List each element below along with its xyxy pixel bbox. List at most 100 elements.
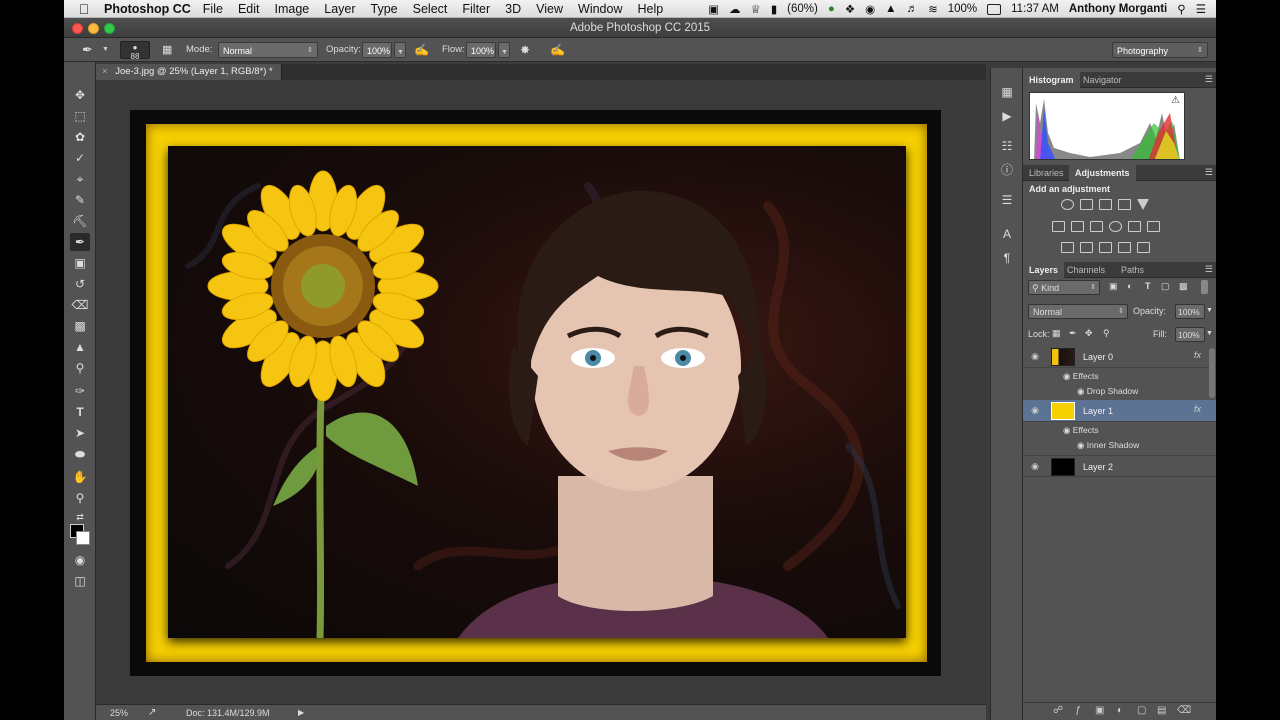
hand-tool-icon[interactable]: ✋ <box>70 468 90 486</box>
character-panel-icon[interactable]: A <box>999 226 1015 242</box>
info-panel-icon[interactable]: ⓘ <box>999 162 1015 178</box>
brush-tool-icon[interactable]: ✒ <box>82 42 93 58</box>
pen-tool-icon[interactable]: ✑ <box>70 382 90 400</box>
mode-select[interactable]: Normal ⇕ <box>218 42 318 58</box>
menu-type[interactable]: Type <box>371 2 398 16</box>
fill-field[interactable]: 100% <box>1175 327 1205 342</box>
fill-arrow-icon[interactable]: ▼ <box>1206 327 1214 342</box>
type-tool-icon[interactable]: T <box>70 403 90 421</box>
menu-image[interactable]: Image <box>275 2 310 16</box>
brightness-contrast-icon[interactable] <box>1061 199 1074 210</box>
layer-name[interactable]: Layer 2 <box>1083 456 1113 478</box>
wifi-icon[interactable]: ≋ <box>928 2 938 16</box>
layer-name[interactable]: Layer 1 <box>1083 400 1113 422</box>
filter-toggle[interactable] <box>1201 280 1208 294</box>
threshold-icon[interactable] <box>1099 242 1112 253</box>
layer-row-0[interactable]: ◉ Layer 0 fx <box>1023 346 1216 368</box>
visibility-eye-icon[interactable]: ◉ <box>1029 461 1041 473</box>
menu-filter[interactable]: Filter <box>462 2 490 16</box>
history-brush-tool-icon[interactable]: ↺ <box>70 275 90 293</box>
layer-row-1-selected[interactable]: ◉ Layer 1 fx <box>1023 400 1216 422</box>
curves-icon[interactable] <box>1099 199 1112 210</box>
brush-tool-icon[interactable]: ✒ <box>70 233 90 251</box>
menu-file[interactable]: File <box>203 2 223 16</box>
healing-brush-tool-icon[interactable]: ⛏ <box>70 212 90 230</box>
link-layers-icon[interactable]: ☍ <box>1053 705 1063 716</box>
posterize-icon[interactable] <box>1080 242 1093 253</box>
zoom-level[interactable]: 25% <box>110 705 128 720</box>
airplay-icon[interactable]: ▲ <box>885 3 896 15</box>
flow-arrow-icon[interactable]: ▼ <box>498 42 510 58</box>
notification-icon[interactable]: ☰ <box>1196 2 1206 16</box>
photo-filter-icon[interactable] <box>1109 221 1122 232</box>
new-group-icon[interactable]: ▢ <box>1137 705 1146 716</box>
menu-edit[interactable]: Edit <box>238 2 260 16</box>
pressure-opacity-icon[interactable]: ✍ <box>414 42 429 58</box>
cloud-icon[interactable]: ☁ <box>729 2 741 16</box>
effects-eye-icon[interactable]: ◉ <box>1063 425 1070 435</box>
blur-tool-icon[interactable]: ▲ <box>70 338 90 356</box>
apple-icon[interactable]:  <box>64 1 104 17</box>
spotlight-icon[interactable]: ⚲ <box>1177 2 1185 16</box>
canvas-area[interactable] <box>96 80 986 704</box>
volume-icon[interactable]: ♬ <box>907 3 919 15</box>
dodge-tool-icon[interactable]: ⚲ <box>70 359 90 377</box>
actions-panel-icon[interactable]: ▶ <box>999 108 1015 124</box>
effect-row-inner-shadow[interactable]: ◉ Inner Shadow <box>1023 438 1216 453</box>
add-fx-icon[interactable]: ƒ <box>1075 705 1081 716</box>
tab-paths[interactable]: Paths <box>1115 262 1150 278</box>
selective-color-icon[interactable] <box>1118 242 1131 253</box>
effect-eye-icon[interactable]: ◉ <box>1077 386 1084 396</box>
eye-icon[interactable]: ◉ <box>865 2 875 16</box>
document-tab[interactable]: × Joe-3.jpg @ 25% (Layer 1, RGB/8*) * <box>96 64 282 80</box>
effect-row-drop-shadow[interactable]: ◉ Drop Shadow <box>1023 384 1216 399</box>
lock-all-icon[interactable]: ⚲ <box>1103 328 1110 339</box>
adjustments-panel-menu-icon[interactable]: ☰ <box>1205 167 1213 178</box>
tab-channels[interactable]: Channels <box>1061 262 1111 278</box>
add-mask-icon[interactable]: ▣ <box>1095 705 1104 716</box>
opacity-arrow-icon[interactable]: ▼ <box>394 42 406 58</box>
pressure-size-icon[interactable]: ✍ <box>550 42 565 58</box>
tab-layers[interactable]: Layers <box>1023 262 1065 278</box>
dropbox-icon[interactable]: ❖ <box>845 2 855 16</box>
clock[interactable]: 11:37 AM <box>1011 3 1059 15</box>
history-panel-icon[interactable]: ▦ <box>999 84 1015 100</box>
color-balance-icon[interactable] <box>1071 221 1084 232</box>
histogram-panel-menu-icon[interactable]: ☰ <box>1205 74 1213 85</box>
brush-panel-icon[interactable]: ▦ <box>162 42 172 58</box>
document-canvas[interactable] <box>130 110 941 676</box>
zoom-tool-icon[interactable]: ⚲ <box>70 489 90 507</box>
menu-3d[interactable]: 3D <box>505 2 521 16</box>
battery-icon[interactable]: ▮ <box>771 2 777 16</box>
vibrance-icon[interactable] <box>1137 199 1149 210</box>
layer-effects-row[interactable]: ◉ Effects <box>1023 423 1216 438</box>
clone-stamp-tool-icon[interactable]: ▣ <box>70 254 90 272</box>
menu-help[interactable]: Help <box>638 2 664 16</box>
gradient-tool-icon[interactable]: ▩ <box>70 317 90 335</box>
layers-scrollbar[interactable] <box>1209 348 1215 398</box>
layer-fx-icon[interactable]: fx <box>1194 404 1201 414</box>
crop-tool-icon[interactable]: ⌖ <box>70 170 90 188</box>
layer-name[interactable]: Layer 0 <box>1083 346 1113 368</box>
brush-size-picker[interactable]: ● 88 <box>120 41 150 61</box>
gradient-map-icon[interactable] <box>1137 242 1150 253</box>
lock-image-icon[interactable]: ✒ <box>1069 328 1077 339</box>
menu-window[interactable]: Window <box>578 2 622 16</box>
properties-panel-icon[interactable]: ☷ <box>999 138 1015 154</box>
display-icon[interactable]: ▣ <box>708 2 719 16</box>
levels-icon[interactable] <box>1080 199 1093 210</box>
crown-icon[interactable]: ♕ <box>751 2 761 16</box>
tab-navigator[interactable]: Navigator <box>1077 72 1128 88</box>
layer-opacity-arrow-icon[interactable]: ▼ <box>1206 304 1214 319</box>
filter-type-icon[interactable]: T <box>1145 281 1151 291</box>
layer-effects-row[interactable]: ◉ Effects <box>1023 369 1216 384</box>
filter-smart-object-icon[interactable]: ▩ <box>1179 281 1188 292</box>
visibility-eye-icon[interactable]: ◉ <box>1029 351 1041 363</box>
layer-fx-icon[interactable]: fx <box>1194 350 1201 360</box>
channel-mixer-icon[interactable] <box>1128 221 1141 232</box>
flow-field[interactable]: 100% <box>466 42 496 58</box>
lasso-tool-icon[interactable]: ✿ <box>70 128 90 146</box>
visibility-eye-icon[interactable]: ◉ <box>1029 405 1041 417</box>
airbrush-icon[interactable]: ✸ <box>520 42 530 58</box>
black-white-icon[interactable] <box>1090 221 1103 232</box>
